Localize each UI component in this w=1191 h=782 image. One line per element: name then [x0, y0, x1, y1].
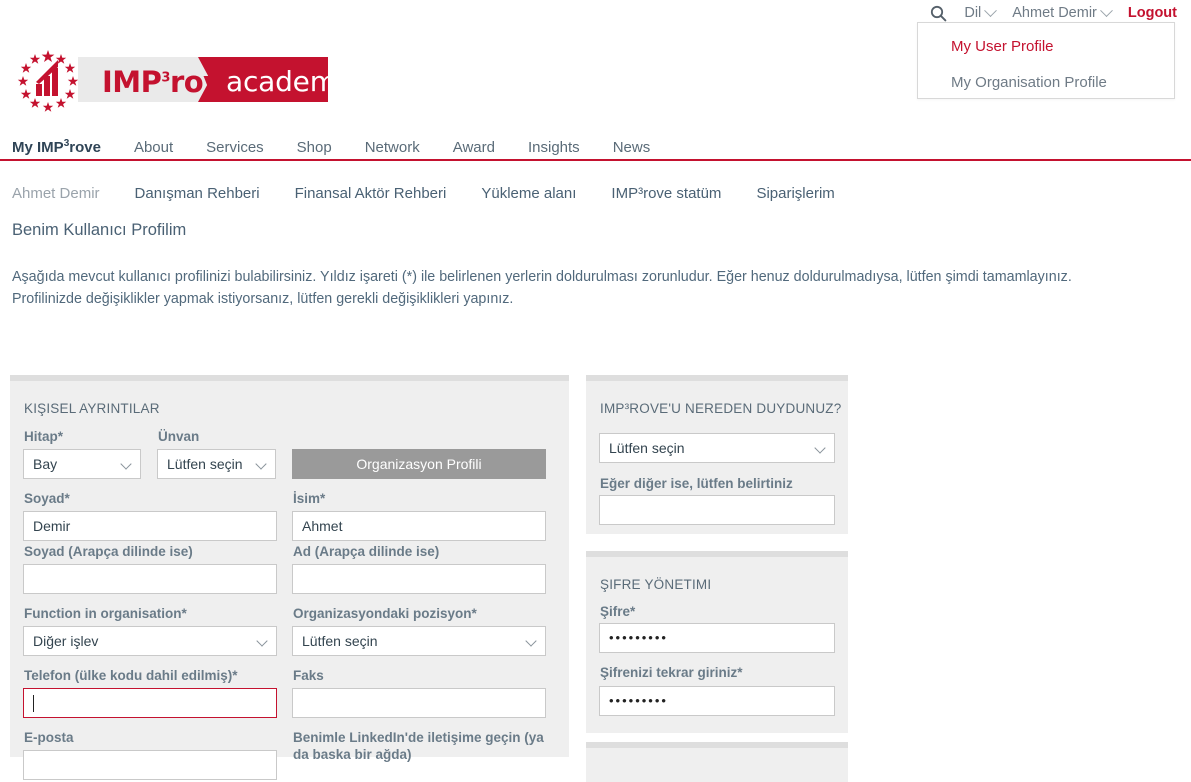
surname-input[interactable]: Demir — [23, 511, 277, 541]
next-panel-partial — [586, 742, 848, 782]
menu-item-my-user-profile[interactable]: My User Profile — [951, 38, 1054, 55]
label-salutation: Hitap* — [24, 429, 64, 444]
personal-details-section-title: KIŞISEL AYRINTILAR — [24, 401, 160, 416]
label-fax: Faks — [293, 668, 324, 683]
page-intro-text: Aşağıda mevcut kullanıcı profilinizi bul… — [12, 269, 1072, 307]
position-select[interactable]: Lütfen seçin — [292, 626, 546, 656]
label-firstname: İsim* — [293, 491, 326, 506]
chevron-down-icon — [984, 3, 998, 17]
position-value: Lütfen seçin — [302, 633, 378, 649]
chevron-down-icon — [525, 635, 537, 647]
label-phone: Telefon (ülke kodu dahil edilmiş)* — [24, 668, 238, 683]
label-password: Şifre* — [600, 604, 636, 619]
chevron-down-icon — [1100, 3, 1113, 17]
menu-item-my-organisation-profile[interactable]: My Organisation Profile — [951, 74, 1107, 91]
chevron-down-icon — [120, 458, 132, 470]
subnav-item-finansal-aktor-rehberi[interactable]: Finansal Aktör Rehberi — [295, 185, 447, 202]
heard-about-value: Lütfen seçin — [609, 440, 685, 456]
title-value: Lütfen seçin — [167, 456, 243, 472]
label-email: E-posta — [24, 730, 74, 745]
sub-navigation: Ahmet Demir Danışman Rehberi Finansal Ak… — [12, 182, 1012, 204]
search-icon[interactable] — [930, 5, 947, 22]
eu-stars-bars-icon — [17, 50, 79, 112]
title-select[interactable]: Lütfen seçin — [157, 449, 276, 479]
logo-academy-text: academy — [226, 65, 354, 98]
nav-item-services[interactable]: Services — [206, 139, 264, 156]
heard-other-input[interactable] — [599, 495, 835, 525]
password-section-title: ŞIFRE YÖNETIMI — [600, 577, 712, 592]
subnav-item-user[interactable]: Ahmet Demir — [12, 185, 100, 202]
subnav-item-danisman-rehberi[interactable]: Danışman Rehberi — [135, 185, 260, 202]
chevron-down-icon — [255, 458, 267, 470]
nav-item-about[interactable]: About — [134, 139, 173, 156]
label-linkedin: Benimle LinkedIn'de iletişime geçin (ya … — [293, 730, 544, 762]
language-menu[interactable]: Dil — [964, 3, 998, 21]
nav-item-news[interactable]: News — [613, 139, 651, 156]
function-select[interactable]: Diğer işlev — [23, 626, 277, 656]
label-surname-arabic: Soyad (Arapça dilinde ise) — [24, 544, 193, 559]
heard-about-select[interactable]: Lütfen seçin — [599, 433, 835, 463]
label-function: Function in organisation* — [24, 606, 187, 621]
nav-underline — [0, 159, 1191, 161]
subnav-item-improve-statum[interactable]: IMP³rove statüm — [611, 185, 721, 202]
password-input[interactable]: ••••••••• — [599, 623, 835, 653]
site-logo[interactable]: IMP3rove academy — [12, 46, 353, 114]
firstname-input[interactable]: Ahmet — [292, 511, 546, 541]
password-repeat-input[interactable]: ••••••••• — [599, 686, 835, 716]
salutation-select[interactable]: Bay — [23, 449, 141, 479]
logo-academy-chip: academy — [208, 57, 353, 102]
user-dropdown-menu: My User Profile My Organisation Profile — [917, 22, 1175, 99]
firstname-arabic-input[interactable] — [292, 564, 546, 594]
label-heard-other: Eğer diğer ise, lütfen belirtiniz — [600, 476, 793, 491]
organisation-profile-button[interactable]: Organizasyon Profili — [292, 449, 546, 479]
subnav-item-yukleme-alani[interactable]: Yükleme alanı — [481, 185, 576, 202]
nav-item-award[interactable]: Award — [453, 139, 495, 156]
logout-link[interactable]: Logout — [1128, 5, 1177, 21]
chevron-down-icon — [256, 635, 268, 647]
email-input[interactable] — [23, 750, 277, 780]
page-title: Benim Kullanıcı Profilim — [12, 221, 187, 239]
label-firstname-arabic: Ad (Arapça dilinde ise) — [293, 544, 440, 559]
label-password-repeat: Şifrenizi tekrar giriniz* — [600, 665, 743, 680]
phone-input[interactable] — [23, 688, 277, 718]
user-menu-label: Ahmet Demir — [1012, 5, 1097, 21]
nav-item-shop[interactable]: Shop — [297, 139, 332, 156]
salutation-value: Bay — [33, 456, 58, 472]
fax-input[interactable] — [292, 688, 546, 718]
heard-about-section-title: IMP³ROVE'U NEREDEN DUYDUNUZ? — [600, 401, 842, 416]
chevron-down-icon — [814, 442, 826, 454]
language-label: Dil — [964, 5, 982, 21]
label-title: Ünvan — [158, 429, 200, 444]
logout-label: Logout — [1127, 5, 1177, 21]
nav-item-my-improve[interactable]: My IMP3rove — [12, 138, 101, 156]
label-position: Organizasyondaki pozisyon* — [293, 606, 477, 621]
label-surname: Soyad* — [24, 491, 70, 506]
user-menu[interactable]: Ahmet Demir — [1012, 3, 1113, 21]
surname-arabic-input[interactable] — [23, 564, 277, 594]
subnav-item-siparislerim[interactable]: Siparişlerim — [756, 185, 834, 202]
function-value: Diğer işlev — [33, 633, 99, 649]
nav-item-network[interactable]: Network — [365, 139, 420, 156]
main-navigation: My IMP3rove About Services Shop Network … — [0, 136, 1191, 158]
nav-item-insights[interactable]: Insights — [528, 139, 580, 156]
